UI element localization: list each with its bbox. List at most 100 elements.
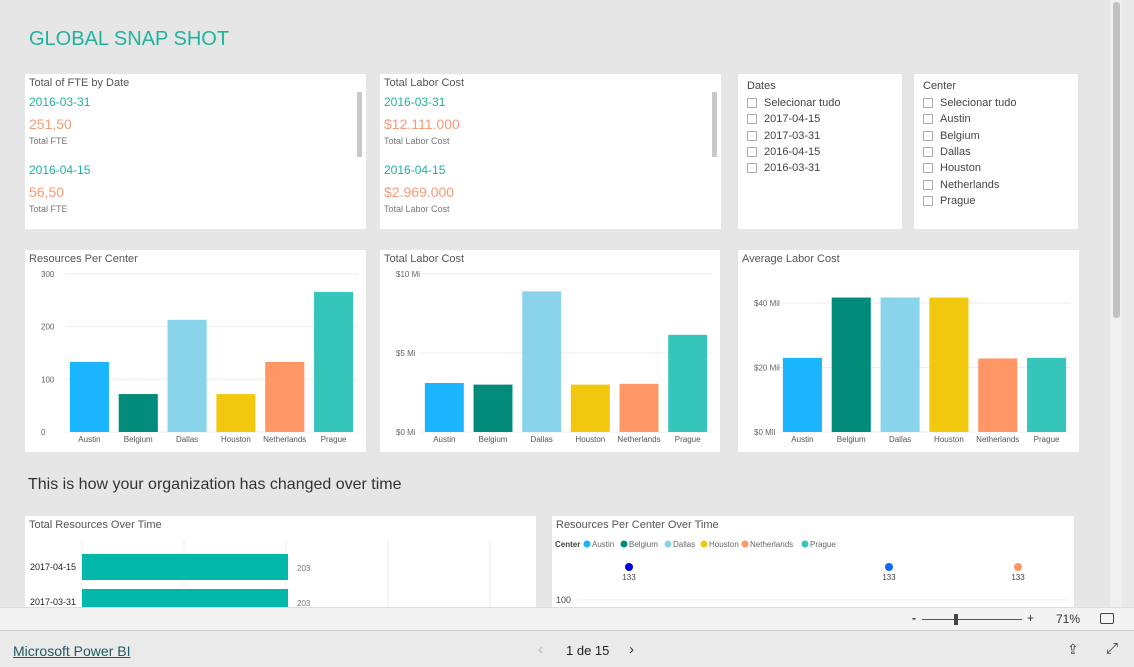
x-tick-label: Netherlands bbox=[976, 435, 1019, 444]
legend-item: Houston bbox=[709, 540, 739, 549]
zoom-slider[interactable] bbox=[922, 619, 1022, 620]
y-tick-label: $0 Mil bbox=[754, 428, 776, 437]
data-point bbox=[1014, 563, 1022, 571]
zoom-out-button[interactable]: - bbox=[912, 611, 916, 625]
slicer-item[interactable]: Selecionar tudo bbox=[923, 95, 1069, 111]
y-tick-label: $20 Mil bbox=[754, 364, 780, 373]
checkbox[interactable] bbox=[747, 130, 757, 141]
fit-to-page-icon[interactable] bbox=[1100, 613, 1114, 624]
y-tick-label: 300 bbox=[41, 270, 55, 279]
legend-item: Netherlands bbox=[750, 540, 793, 549]
y-tick-label: 2017-03-31 bbox=[30, 597, 76, 607]
bar-dallas bbox=[880, 297, 920, 432]
total-resources-over-time-chart: Total Resources Over Time 2017-04-15 203 20… bbox=[25, 516, 536, 607]
vertical-scrollbar[interactable] bbox=[1110, 0, 1122, 607]
chart-plot: Center Austin Belgium Dallas Houston Netherla… bbox=[555, 540, 1067, 605]
bar bbox=[82, 589, 288, 607]
x-tick-label: Netherlands bbox=[617, 435, 660, 444]
card-label: Total Labor Cost bbox=[384, 204, 450, 214]
slicer-item-label: Austin bbox=[940, 113, 971, 126]
checkbox[interactable] bbox=[923, 147, 933, 158]
bar-austin bbox=[69, 361, 109, 432]
checkbox[interactable] bbox=[747, 114, 757, 125]
x-tick-label: Dallas bbox=[531, 435, 553, 444]
checkbox[interactable] bbox=[747, 147, 757, 158]
slicer-item[interactable]: Prague bbox=[923, 193, 1069, 209]
slicer-item-label: 2016-03-31 bbox=[764, 162, 821, 175]
slicer-item[interactable]: 2017-03-31 bbox=[747, 128, 893, 144]
fullscreen-icon[interactable]: ⤢ bbox=[1106, 640, 1118, 657]
slicer-item[interactable]: 2016-03-31 bbox=[747, 160, 893, 176]
slicer-item-label: Netherlands bbox=[940, 178, 1000, 191]
slicer-item[interactable]: Selecionar tudo bbox=[747, 95, 893, 111]
chart-plot: 0 100 200 300 Austin Belgium Dallas Houston Neth… bbox=[41, 270, 358, 444]
x-tick-label: Prague bbox=[675, 435, 701, 444]
checkbox[interactable] bbox=[923, 179, 933, 190]
slicer-item-label: 2017-03-31 bbox=[764, 129, 821, 142]
x-tick-label: Dallas bbox=[176, 435, 198, 444]
card-label: Total FTE bbox=[29, 136, 68, 146]
zoom-level: 71% bbox=[1056, 612, 1081, 626]
bar-netherlands bbox=[619, 383, 659, 432]
chart-plot: 2017-04-15 203 2017-03-31 203 bbox=[30, 540, 491, 607]
x-tick-label: Prague bbox=[321, 435, 347, 444]
total-labor-cost-chart: Total Labor Cost $0 Mi $5 Mi $10 Mi Austin Be… bbox=[380, 250, 720, 452]
legend-marker bbox=[583, 540, 591, 548]
slicer-item[interactable]: Dallas bbox=[923, 144, 1069, 160]
card-value: 251,50 bbox=[29, 116, 72, 132]
scrollbar[interactable] bbox=[712, 92, 717, 157]
x-tick-label: Belgium bbox=[124, 435, 153, 444]
scrollbar-thumb[interactable] bbox=[1113, 2, 1120, 318]
data-label: 133 bbox=[622, 573, 636, 582]
y-tick-label: 0 bbox=[41, 428, 46, 437]
center-slicer: Center Selecionar tudo Austin Belgium Dalla… bbox=[914, 74, 1078, 229]
checkbox[interactable] bbox=[923, 130, 933, 141]
previous-page-icon[interactable]: ‹ bbox=[538, 641, 543, 658]
card-date: 2016-03-31 bbox=[384, 95, 446, 109]
share-icon[interactable]: ⇪ bbox=[1067, 641, 1079, 658]
card-value: $2.969.000 bbox=[384, 184, 455, 200]
checkbox[interactable] bbox=[747, 163, 757, 174]
slicer-item[interactable]: Austin bbox=[923, 111, 1069, 127]
bar-austin bbox=[424, 383, 464, 432]
card-value: 56,50 bbox=[29, 184, 65, 200]
legend-marker bbox=[620, 540, 628, 548]
zoom-in-button[interactable]: + bbox=[1027, 611, 1034, 625]
bar-netherlands bbox=[978, 358, 1018, 432]
legend-marker bbox=[801, 540, 809, 548]
resources-per-center-over-time-chart: Resources Per Center Over Time Center Aust… bbox=[552, 516, 1074, 607]
resources-per-center-chart: Resources Per Center 0 100 200 300 Austin Belg… bbox=[25, 250, 366, 452]
data-label: 133 bbox=[882, 573, 896, 582]
slicer-item[interactable]: Houston bbox=[923, 160, 1069, 176]
bar-belgium bbox=[118, 394, 158, 432]
bar-belgium bbox=[831, 297, 871, 432]
legend-item: Austin bbox=[592, 540, 614, 549]
zoom-slider-handle[interactable] bbox=[954, 614, 958, 625]
card-date: 2016-03-31 bbox=[29, 95, 91, 109]
checkbox[interactable] bbox=[923, 98, 933, 109]
scrollbar[interactable] bbox=[357, 92, 362, 157]
bar-austin bbox=[782, 357, 822, 432]
y-tick-label: $40 Mil bbox=[754, 299, 780, 308]
bar-belgium bbox=[473, 384, 513, 432]
report-canvas: GLOBAL SNAP SHOT Total of FTE by Date 20… bbox=[0, 0, 1122, 607]
slicer-item[interactable]: 2016-04-15 bbox=[747, 144, 893, 160]
slicer-item[interactable]: Netherlands bbox=[923, 176, 1069, 192]
checkbox[interactable] bbox=[747, 98, 757, 109]
slicer-item[interactable]: Belgium bbox=[923, 128, 1069, 144]
checkbox[interactable] bbox=[923, 114, 933, 125]
checkbox[interactable] bbox=[923, 163, 933, 174]
zoom-bar: - + 71% bbox=[0, 607, 1134, 630]
section-subtitle: This is how your organization has change… bbox=[28, 476, 402, 493]
card-label: Total FTE bbox=[29, 204, 68, 214]
power-bi-link[interactable]: Microsoft Power BI bbox=[13, 643, 130, 659]
legend-title: Center bbox=[555, 540, 580, 549]
checkbox[interactable] bbox=[923, 195, 933, 206]
bar-dallas bbox=[167, 319, 207, 432]
slicer-item-label: Selecionar tudo bbox=[940, 97, 1017, 110]
dates-slicer: Dates Selecionar tudo 2017-04-15 2017-03-3… bbox=[738, 74, 902, 229]
card-value: $12.111.000 bbox=[384, 116, 460, 132]
next-page-icon[interactable]: › bbox=[629, 641, 634, 658]
slicer-title: Center bbox=[923, 80, 957, 92]
slicer-item[interactable]: 2017-04-15 bbox=[747, 111, 893, 127]
